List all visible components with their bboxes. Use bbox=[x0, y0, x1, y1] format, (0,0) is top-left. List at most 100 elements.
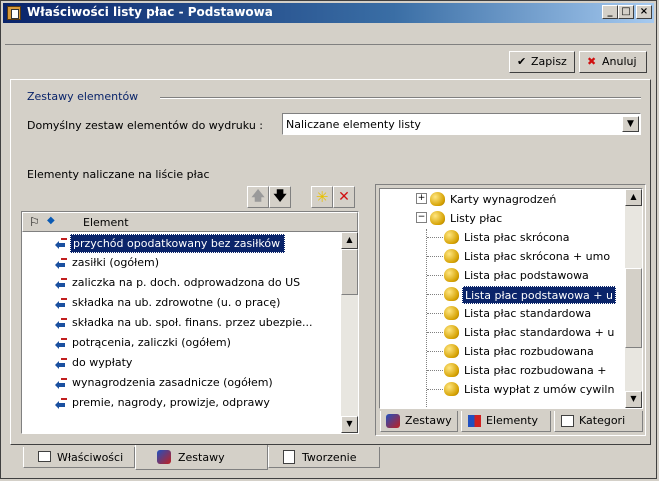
tab-wlasciwosci[interactable]: Właściwości bbox=[23, 447, 135, 468]
tree-connector bbox=[427, 294, 443, 295]
dialog-window: Właściwości listy płac - Podstawowa _ □ … bbox=[0, 0, 657, 479]
save-button[interactable]: ✔ Zapisz bbox=[509, 51, 575, 73]
cross-icon: ✖ bbox=[587, 55, 597, 68]
default-set-label: Domyślny zestaw elementów do wydruku : bbox=[27, 119, 263, 132]
list-item[interactable]: do wypłaty bbox=[22, 354, 340, 373]
flag-icon: ⚐ bbox=[29, 215, 40, 229]
tab-zestawy-bottom[interactable]: Zestawy bbox=[135, 445, 268, 470]
cancel-button[interactable]: ✖ Anuluj bbox=[579, 51, 647, 73]
window-title: Właściwości listy płac - Podstawowa bbox=[27, 5, 273, 19]
tree-node-label: Listy płac bbox=[450, 212, 503, 225]
elements-scrollbar[interactable]: ▲ ▼ bbox=[341, 232, 358, 433]
maximize-button[interactable]: □ bbox=[618, 5, 634, 19]
element-icon bbox=[55, 238, 67, 249]
delete-element-button[interactable]: ✕ bbox=[333, 186, 355, 208]
scroll-down-icon[interactable]: ▼ bbox=[625, 391, 642, 408]
element-label: potrącenia, zaliczki (ogółem) bbox=[72, 336, 231, 349]
add-element-button[interactable]: ✳ bbox=[311, 186, 333, 208]
categories-icon bbox=[561, 415, 574, 427]
people-icon bbox=[444, 382, 459, 396]
list-item[interactable]: zasiłki (ogółem) bbox=[22, 254, 340, 273]
create-icon bbox=[283, 450, 295, 464]
collapse-icon[interactable]: − bbox=[416, 212, 427, 223]
people-icon bbox=[444, 344, 459, 358]
tree-node[interactable]: Lista płac rozbudowana bbox=[380, 343, 624, 362]
scroll-up-icon[interactable]: ▲ bbox=[341, 232, 358, 249]
tree-node[interactable]: Lista płac standardowa + u bbox=[380, 324, 624, 343]
element-column-header[interactable]: Element bbox=[83, 216, 129, 229]
tree-connector bbox=[427, 332, 443, 333]
tree-scrollbar[interactable]: ▲ ▼ bbox=[625, 189, 642, 408]
element-icon bbox=[55, 338, 67, 349]
tree-connector bbox=[427, 256, 443, 257]
tree-node[interactable]: + Karty wynagrodzeń bbox=[380, 191, 624, 210]
expand-icon[interactable]: + bbox=[416, 193, 427, 204]
list-header: ⚐ ◆ Element bbox=[22, 212, 358, 232]
checkmark-icon: ✔ bbox=[517, 55, 527, 68]
arrow-up-icon: 🡅 bbox=[251, 189, 265, 204]
scroll-thumb[interactable] bbox=[341, 249, 358, 295]
default-set-select[interactable]: Naliczane elementy listy ▼ bbox=[282, 113, 641, 135]
tree-node[interactable]: − Listy płac bbox=[380, 210, 624, 229]
tree-node[interactable]: Lista płac standardowa bbox=[380, 305, 624, 324]
element-label: składka na ub. społ. finans. przez ubezp… bbox=[72, 316, 313, 329]
list-item[interactable]: potrącenia, zaliczki (ogółem) bbox=[22, 334, 340, 353]
tree-node-label: Lista płac rozbudowana + bbox=[464, 364, 607, 377]
tree-connector bbox=[427, 389, 443, 390]
tree-connector bbox=[427, 351, 443, 352]
sets-panel: + Karty wynagrodzeń − Listy płac Lista p… bbox=[375, 184, 646, 436]
tab-label: Właściwości bbox=[57, 451, 124, 464]
people-icon bbox=[444, 268, 459, 282]
properties-icon bbox=[38, 451, 51, 462]
element-label: do wypłaty bbox=[72, 356, 133, 369]
group-divider bbox=[160, 97, 641, 99]
list-item[interactable]: składka na ub. zdrowotne (u. o pracę) bbox=[22, 294, 340, 313]
tree-node[interactable]: Lista płac skrócona + umo bbox=[380, 248, 624, 267]
element-icon bbox=[55, 278, 67, 289]
tree-node-label: Lista płac podstawowa + u bbox=[462, 286, 616, 304]
tree-connector bbox=[427, 370, 443, 371]
tab-elementy[interactable]: Elementy bbox=[461, 411, 551, 432]
tree-node-label: Karty wynagrodzeń bbox=[450, 193, 557, 206]
tree-node[interactable]: Lista płac skrócona bbox=[380, 229, 624, 248]
list-item[interactable]: przychód opodatkowany bez zasiłków bbox=[22, 234, 340, 253]
scroll-thumb[interactable] bbox=[625, 268, 642, 348]
elements-rows: przychód opodatkowany bez zasiłków zasił… bbox=[22, 232, 340, 433]
save-label: Zapisz bbox=[531, 55, 567, 68]
tab-label: Zestawy bbox=[178, 451, 225, 464]
elements-list[interactable]: ⚐ ◆ Element przychód opodatkowany bez za… bbox=[21, 211, 359, 434]
close-window-button[interactable]: × bbox=[636, 5, 652, 19]
default-set-value: Naliczane elementy listy bbox=[286, 118, 421, 131]
tree-node[interactable]: Lista płac podstawowa + u bbox=[380, 286, 624, 305]
list-item[interactable]: premie, nagrody, prowizje, odprawy bbox=[22, 394, 340, 413]
people-icon bbox=[430, 211, 445, 225]
element-label: premie, nagrody, prowizje, odprawy bbox=[72, 396, 270, 409]
people-icon bbox=[430, 192, 445, 206]
element-icon bbox=[55, 318, 67, 329]
list-item[interactable]: wynagrodzenia zasadnicze (ogółem) bbox=[22, 374, 340, 393]
minimize-button[interactable]: _ bbox=[602, 5, 618, 19]
tab-zestawy[interactable]: Zestawy bbox=[380, 411, 458, 432]
people-icon bbox=[444, 363, 459, 377]
element-icon bbox=[55, 298, 67, 309]
sets-tree[interactable]: + Karty wynagrodzeń − Listy płac Lista p… bbox=[379, 188, 643, 409]
element-icon bbox=[55, 358, 67, 369]
tab-kategorie[interactable]: Kategori bbox=[554, 411, 643, 432]
move-up-button[interactable]: 🡅 bbox=[247, 186, 269, 208]
people-icon bbox=[444, 287, 459, 301]
move-down-button[interactable]: 🡇 bbox=[269, 186, 291, 208]
list-item[interactable]: zaliczka na p. doch. odprowadzona do US bbox=[22, 274, 340, 293]
chevron-down-icon[interactable]: ▼ bbox=[622, 116, 639, 132]
element-label: składka na ub. zdrowotne (u. o pracę) bbox=[72, 296, 281, 309]
title-bar[interactable]: Właściwości listy płac - Podstawowa _ □ … bbox=[3, 3, 654, 23]
tree-node[interactable]: Lista płac rozbudowana + bbox=[380, 362, 624, 381]
scroll-down-icon[interactable]: ▼ bbox=[341, 416, 358, 433]
tree-node[interactable]: Lista płac podstawowa bbox=[380, 267, 624, 286]
tab-label: Zestawy bbox=[405, 414, 452, 427]
tab-tworzenie[interactable]: Tworzenie bbox=[268, 447, 380, 468]
list-item[interactable]: składka na ub. społ. finans. przez ubezp… bbox=[22, 314, 340, 333]
tree-node[interactable]: Lista wypłat z umów cywiln bbox=[380, 381, 624, 400]
tab-label: Tworzenie bbox=[302, 451, 357, 464]
scroll-up-icon[interactable]: ▲ bbox=[625, 189, 642, 206]
element-icon bbox=[55, 378, 67, 389]
